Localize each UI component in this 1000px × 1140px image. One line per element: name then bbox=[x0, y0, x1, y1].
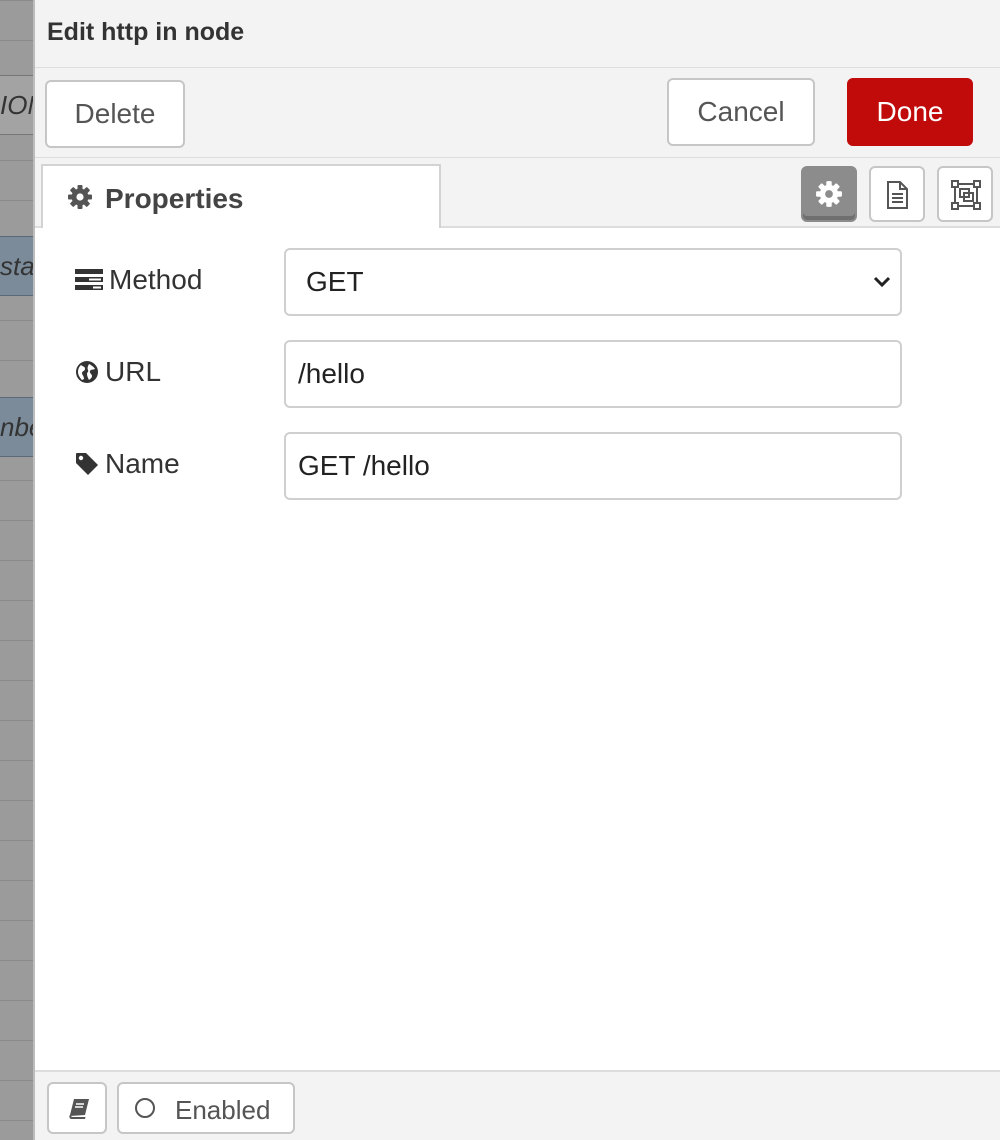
dialog-toolbar: Delete Cancel Done bbox=[35, 68, 1000, 158]
chevron-down-icon bbox=[873, 276, 891, 288]
name-input[interactable]: GET /hello bbox=[284, 432, 902, 500]
appearance-icon bbox=[951, 180, 981, 210]
canvas-node[interactable]: sta bbox=[0, 236, 34, 296]
appearance-tab-button[interactable] bbox=[937, 166, 993, 222]
url-label: URL bbox=[75, 356, 161, 388]
tab-properties-label: Properties bbox=[105, 183, 244, 214]
dialog-footer: Enabled bbox=[35, 1070, 1000, 1140]
url-input[interactable]: /hello bbox=[284, 340, 902, 408]
enabled-toggle[interactable]: Enabled bbox=[117, 1082, 295, 1134]
description-tab-button[interactable] bbox=[869, 166, 925, 222]
method-select[interactable]: GET bbox=[284, 248, 902, 316]
method-label: Method bbox=[75, 264, 202, 296]
dialog-title: Edit http in node bbox=[47, 18, 245, 46]
name-row: Name GET /hello bbox=[35, 432, 1000, 500]
tab-properties[interactable]: Properties bbox=[41, 164, 441, 228]
delete-button[interactable]: Delete bbox=[45, 80, 185, 148]
dialog-title-bar: Edit http in node bbox=[35, 0, 1000, 68]
canvas-node[interactable]: ION bbox=[0, 75, 34, 135]
canvas-node-label: ION bbox=[0, 90, 34, 120]
gear-icon bbox=[67, 184, 93, 210]
method-select-value: GET bbox=[306, 266, 364, 297]
book-icon bbox=[69, 1099, 89, 1119]
canvas-node-label: nbe bbox=[0, 412, 34, 442]
gear-icon bbox=[816, 181, 842, 207]
method-label-text: Method bbox=[109, 264, 203, 295]
edit-node-dialog: Edit http in node Delete Cancel Done Pro… bbox=[33, 0, 1000, 1140]
workspace-canvas[interactable]: ION sta nbe bbox=[0, 0, 34, 1140]
help-button[interactable] bbox=[47, 1082, 107, 1134]
circle-icon bbox=[135, 1098, 155, 1118]
enabled-label: Enabled bbox=[175, 1095, 271, 1125]
url-row: URL /hello bbox=[35, 340, 1000, 408]
name-label: Name bbox=[75, 448, 180, 480]
tasks-icon bbox=[75, 269, 103, 290]
globe-icon bbox=[76, 361, 98, 383]
tag-icon bbox=[76, 453, 98, 475]
method-row: Method GET bbox=[35, 248, 1000, 316]
file-text-icon bbox=[887, 181, 908, 209]
url-label-text: URL bbox=[105, 356, 162, 387]
canvas-node[interactable]: nbe bbox=[0, 397, 34, 457]
tabs-row: Properties bbox=[35, 158, 1000, 228]
properties-tab-button[interactable] bbox=[801, 166, 857, 222]
done-button[interactable]: Done bbox=[847, 78, 973, 146]
cancel-button[interactable]: Cancel bbox=[667, 78, 815, 146]
canvas-node-label: sta bbox=[0, 251, 34, 281]
name-label-text: Name bbox=[105, 448, 180, 479]
